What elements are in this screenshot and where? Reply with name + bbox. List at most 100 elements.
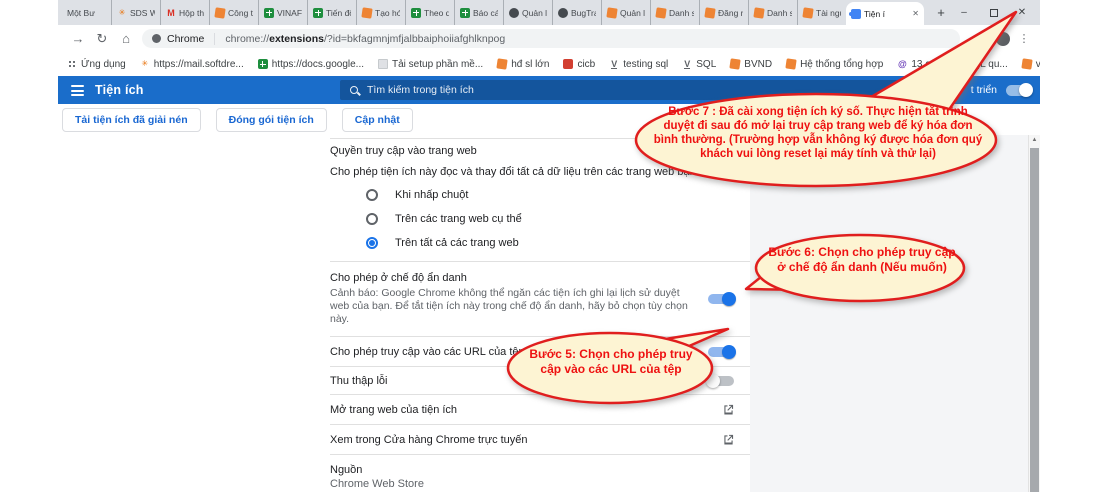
bookmark-item[interactable]: https://mail.softdre... bbox=[140, 59, 244, 70]
bookmark-favicon bbox=[730, 58, 741, 69]
browser-tab[interactable]: Tạo hóa ✕ bbox=[356, 0, 405, 25]
browser-tab[interactable]: Danh sá ✕ bbox=[748, 0, 797, 25]
external-link-icon bbox=[723, 434, 734, 445]
external-link-row[interactable]: Xem trong Cửa hàng Chrome trực tuyến bbox=[330, 424, 750, 454]
site-label: Chrome bbox=[167, 33, 204, 45]
tab-favicon bbox=[361, 7, 372, 18]
browser-tab[interactable]: Một Bư ✕ bbox=[62, 0, 111, 25]
extensions-header: Tiện ích t triển bbox=[58, 76, 1040, 104]
bookmark-item[interactable]: testing sql bbox=[609, 59, 668, 70]
radio-icon[interactable] bbox=[366, 213, 378, 225]
browser-tab[interactable]: SDS We ✕ bbox=[111, 0, 160, 25]
screenshot-stage: Một Bư ✕ SDS We ✕ Hộp thư ✕ Công ty ✕ VI bbox=[0, 0, 1096, 492]
browser-tab[interactable]: Đăng nh ✕ bbox=[699, 0, 748, 25]
browser-tab[interactable]: Hộp thư ✕ bbox=[160, 0, 209, 25]
bookmark-item[interactable]: Ứng dụng bbox=[68, 59, 126, 70]
omnibox-separator bbox=[214, 33, 215, 45]
browser-tab[interactable]: Quản lý ✕ bbox=[601, 0, 650, 25]
browser-menu-icon[interactable]: ⋮ bbox=[1016, 32, 1032, 45]
browser-tab[interactable]: Tài ngu ✕ bbox=[797, 0, 846, 25]
address-bar: → ↻ ⌂ Chrome chrome://extensions/?id=bkf… bbox=[58, 25, 1040, 52]
incognito-row: Cho phép ở chế độ ẩn danh Cảnh báo: Goog… bbox=[330, 261, 750, 336]
browser-tab[interactable]: VINAFR ✕ bbox=[258, 0, 307, 25]
extension-detail-panel: Quyền truy cập vào trang web Cho phép ti… bbox=[330, 135, 750, 492]
tab-close-icon[interactable]: ✕ bbox=[912, 9, 919, 18]
browser-tab[interactable]: BugTrac ✕ bbox=[552, 0, 601, 25]
bookmarks-bar: Ứng dụng https://mail.softdre... https:/… bbox=[58, 52, 1040, 76]
bookmark-item[interactable]: Tải setup phần mề... bbox=[378, 59, 483, 70]
incognito-warning: Cảnh báo: Google Chrome không thể ngăn c… bbox=[330, 287, 698, 326]
window-maximize-button[interactable] bbox=[980, 0, 1008, 25]
bookmark-item[interactable]: https://docs.google... bbox=[258, 59, 364, 70]
radio-option[interactable]: Khi nhấp chuột bbox=[330, 183, 750, 207]
tab-favicon bbox=[313, 8, 323, 18]
browser-tab[interactable]: Báo cáo ✕ bbox=[454, 0, 503, 25]
tab-favicon bbox=[117, 8, 127, 18]
bookmark-item[interactable]: cicb bbox=[563, 59, 595, 70]
incognito-toggle[interactable] bbox=[708, 294, 734, 304]
bookmark-item[interactable]: Hệ thống tổng hợp bbox=[786, 59, 883, 70]
tab-favicon bbox=[606, 7, 617, 18]
browser-tab[interactable]: Theo dõ ✕ bbox=[405, 0, 454, 25]
browser-tab[interactable]: Công ty ✕ bbox=[209, 0, 258, 25]
scrollbar-thumb[interactable] bbox=[1030, 148, 1039, 492]
tab-favicon bbox=[655, 7, 666, 18]
tab-favicon bbox=[509, 8, 519, 18]
browser-tab[interactable]: Danh sá ✕ bbox=[650, 0, 699, 25]
bookmark-item[interactable]: SQL bbox=[682, 59, 716, 70]
bookmark-item[interactable]: 13 câu lệnh SQL qu... bbox=[897, 59, 1007, 70]
tab-favicon bbox=[704, 7, 715, 18]
bookmark-item[interactable]: BVND bbox=[730, 59, 772, 70]
bookmark-item[interactable]: vinafriegth bbox=[1022, 59, 1040, 70]
page-title: Tiện ích bbox=[95, 83, 144, 97]
toolbar-button[interactable]: Đóng gói tiện ích bbox=[216, 108, 327, 132]
omnibox[interactable]: Chrome chrome://extensions/?id=bkfagmnjm… bbox=[142, 29, 960, 48]
window-close-button[interactable]: ✕ bbox=[1008, 0, 1036, 25]
bookmark-item[interactable]: hđ sl lớn bbox=[497, 59, 549, 70]
hamburger-menu-icon[interactable] bbox=[71, 85, 84, 99]
window-minimize-button[interactable]: – bbox=[950, 0, 978, 25]
scrollbar[interactable]: ▲ bbox=[1028, 135, 1040, 492]
tab-favicon bbox=[166, 8, 176, 18]
tab-favicon bbox=[558, 8, 568, 18]
extensions-search-box[interactable] bbox=[340, 80, 935, 100]
bookmark-favicon bbox=[563, 59, 573, 69]
home-icon[interactable]: ⌂ bbox=[114, 31, 138, 46]
new-tab-button[interactable]: + bbox=[932, 3, 950, 21]
source-section: Nguồn Chrome Web Store bbox=[330, 454, 750, 492]
file-urls-label: Cho phép truy cập vào các URL của tệp bbox=[330, 346, 525, 358]
page-content: ▲ Quyền truy cập vào trang web Cho phép … bbox=[58, 135, 1040, 492]
tab-favicon bbox=[411, 8, 421, 18]
bookmark-favicon bbox=[258, 59, 268, 69]
tab-favicon bbox=[264, 8, 274, 18]
radio-option[interactable]: Trên các trang web cụ thể bbox=[330, 207, 750, 231]
forward-icon[interactable]: → bbox=[66, 31, 90, 46]
error-collection-toggle[interactable] bbox=[708, 376, 734, 386]
bookmark-favicon bbox=[497, 58, 508, 69]
browser-tab[interactable]: Tiện í ✕ bbox=[846, 2, 924, 25]
reload-icon[interactable]: ↻ bbox=[90, 31, 114, 47]
file-urls-toggle[interactable] bbox=[708, 347, 734, 357]
bookmark-favicon bbox=[897, 59, 907, 69]
toolbar-button[interactable]: Cập nhật bbox=[342, 108, 413, 132]
external-link-row[interactable]: Mở trang web của tiện ích bbox=[330, 394, 750, 424]
bookmark-favicon bbox=[68, 60, 77, 69]
bookmark-star-icon[interactable]: ☆ bbox=[970, 32, 990, 46]
browser-tab[interactable]: Tiến độ ✕ bbox=[307, 0, 356, 25]
radio-option[interactable]: Trên tất cả các trang web bbox=[330, 231, 750, 255]
browser-tab[interactable]: Quản lý ✕ bbox=[503, 0, 552, 25]
developer-mode-toggle[interactable] bbox=[1006, 85, 1032, 96]
tab-favicon bbox=[753, 7, 764, 18]
profile-avatar[interactable] bbox=[996, 32, 1010, 46]
scroll-up-icon[interactable]: ▲ bbox=[1029, 137, 1040, 143]
developer-mode-label: t triển bbox=[971, 84, 997, 96]
tab-strip: Một Bư ✕ SDS We ✕ Hộp thư ✕ Công ty ✕ VI bbox=[58, 0, 1040, 25]
radio-icon[interactable] bbox=[366, 189, 378, 201]
toolbar-button[interactable]: Tải tiện ích đã giải nén bbox=[62, 108, 201, 132]
radio-icon[interactable] bbox=[366, 237, 378, 249]
url-text: chrome://extensions/?id=bkfagmnjmfjalbba… bbox=[225, 33, 505, 45]
search-input[interactable] bbox=[367, 84, 925, 96]
tab-favicon bbox=[851, 9, 861, 19]
tab-favicon bbox=[460, 8, 470, 18]
search-icon bbox=[350, 86, 358, 94]
